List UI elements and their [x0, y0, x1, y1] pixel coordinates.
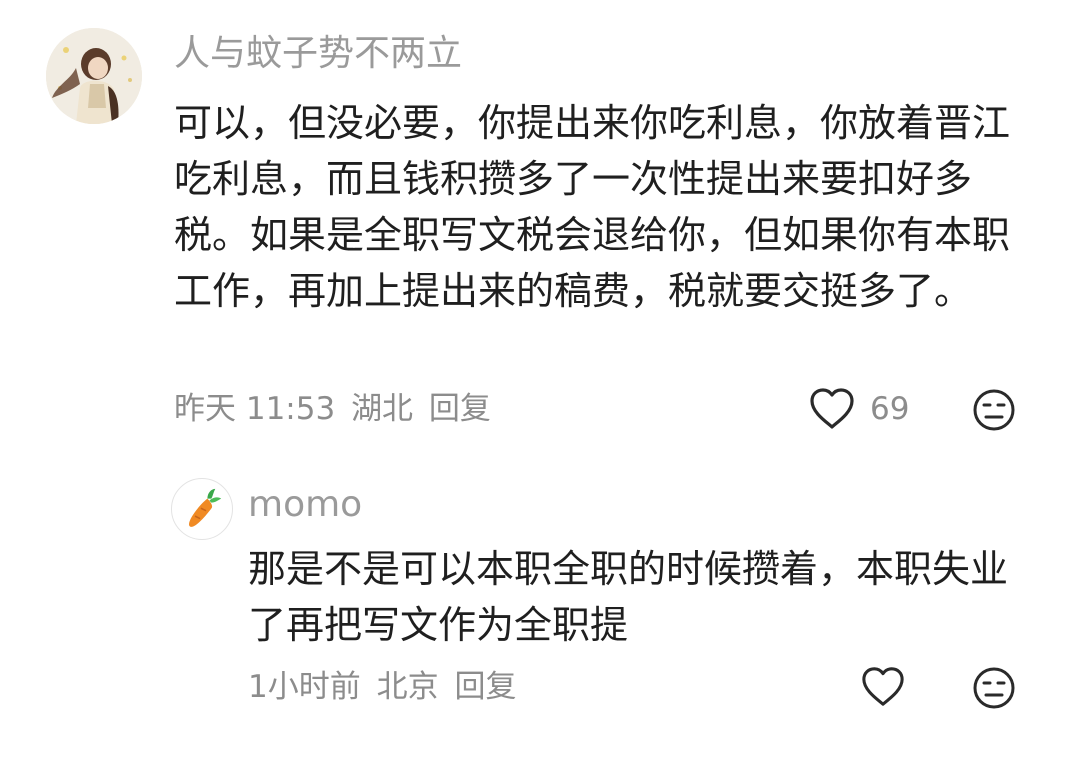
carrot-avatar-icon: [189, 488, 222, 527]
reply-avatar[interactable]: [171, 478, 233, 540]
user-avatar-girl-icon: [46, 28, 142, 124]
reply-button[interactable]: 回复: [429, 391, 491, 427]
dislike-button[interactable]: [972, 388, 1016, 432]
meh-face-icon: [973, 667, 1015, 709]
reply-time: 1小时前: [248, 669, 361, 705]
comment-text: 可以，但没必要，你提出来你吃利息，你放着晋江吃利息，而且钱积攒多了一次性提出来要…: [174, 101, 1011, 313]
reply-dislike-button[interactable]: [972, 666, 1016, 710]
reply-reply-button[interactable]: 回复: [454, 669, 516, 705]
heart-icon: [810, 388, 854, 429]
reply-location: 北京: [376, 669, 439, 705]
comment-meta: 昨天 11:53 湖北 回复: [174, 387, 497, 431]
reply-meta: 1小时前 北京 回复: [248, 665, 522, 709]
comment-time: 昨天 11:53: [174, 391, 336, 427]
comment-username[interactable]: 人与蚊子势不两立: [174, 28, 462, 80]
meh-face-icon: [973, 389, 1015, 431]
reply-like-button[interactable]: [860, 665, 906, 709]
reply-text: 那是不是可以本职全职的时候攒着，本职失业了再把写文作为全职提: [248, 547, 1009, 647]
user-avatar[interactable]: [46, 28, 142, 124]
reply-username[interactable]: momo: [248, 480, 362, 530]
like-count: 69: [870, 391, 910, 427]
heart-icon: [862, 667, 904, 706]
comment-location: 湖北: [351, 391, 414, 427]
like-button[interactable]: [808, 386, 856, 432]
